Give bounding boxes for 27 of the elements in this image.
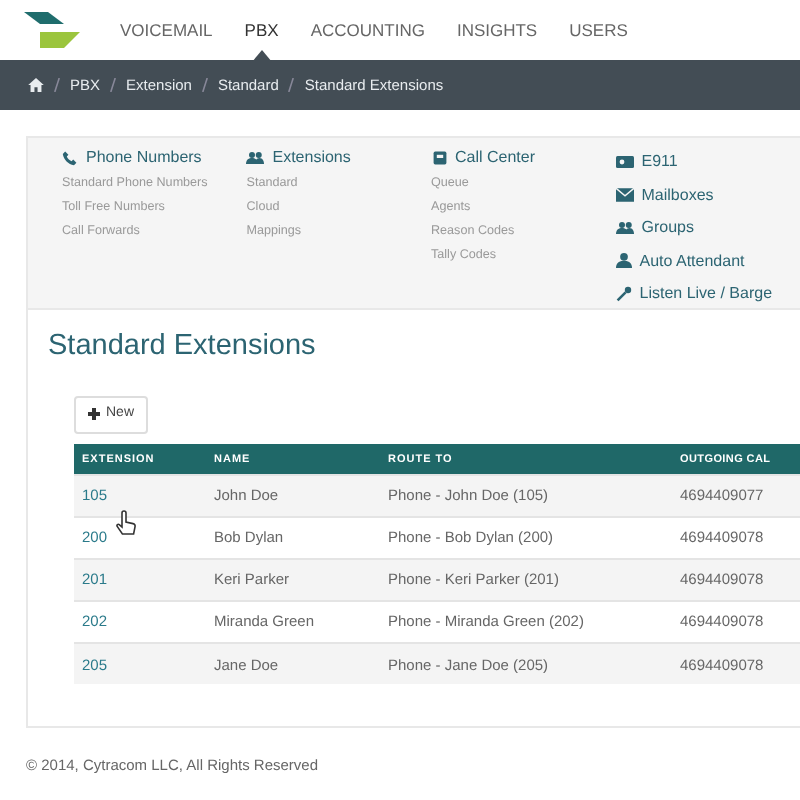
menu-heading[interactable]: Extensions xyxy=(246,146,431,170)
nav-tab[interactable]: VOICEMAIL xyxy=(120,21,213,39)
logo xyxy=(24,12,80,48)
menu-heading[interactable]: Auto Attendant xyxy=(615,245,800,276)
separator-icon xyxy=(288,78,295,92)
menu-heading[interactable]: Groups xyxy=(615,212,800,243)
phone-icon xyxy=(62,150,78,166)
envelope-icon xyxy=(615,187,634,202)
menu-heading[interactable]: Call Center xyxy=(431,146,616,170)
users-icon xyxy=(615,219,634,236)
menu-heading[interactable]: Mailboxes xyxy=(615,179,800,210)
menu-heading[interactable]: Listen Live / Barge xyxy=(615,278,800,309)
separator-icon xyxy=(54,78,60,92)
page-title: Standard Extensions xyxy=(48,330,318,365)
plus-icon xyxy=(88,408,100,421)
nav-tab[interactable]: PBX xyxy=(244,21,279,39)
user-icon xyxy=(615,252,632,269)
nav-tab[interactable]: USERS xyxy=(569,21,628,39)
separator-icon xyxy=(110,78,117,92)
menu-heading[interactable]: E911 xyxy=(615,146,800,177)
menu-heading[interactable]: Phone Numbers xyxy=(62,146,247,170)
id-card-icon xyxy=(615,153,634,170)
nav-tab[interactable]: ACCOUNTING xyxy=(310,21,425,39)
separator-icon xyxy=(201,78,208,92)
users-icon xyxy=(246,150,265,166)
nav-tab[interactable]: INSIGHTS xyxy=(456,21,538,39)
home-icon[interactable] xyxy=(28,78,44,92)
